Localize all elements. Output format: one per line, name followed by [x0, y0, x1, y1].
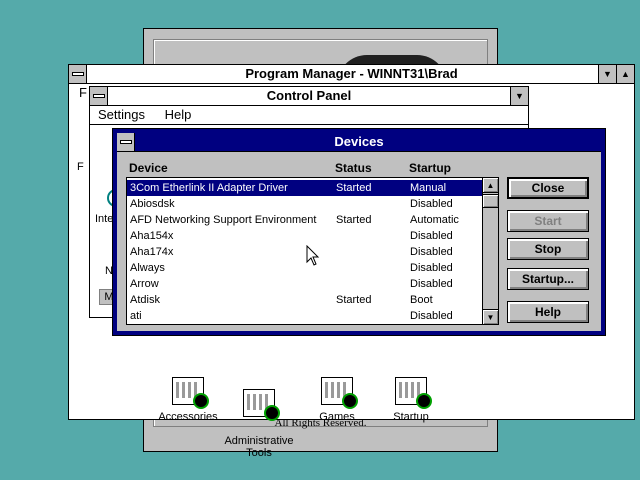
- list-item[interactable]: Aha174x Disabled: [127, 244, 482, 260]
- header-device: Device: [129, 161, 168, 175]
- devices-dialog[interactable]: Devices Device Status Startup 3Com Ether…: [112, 128, 606, 336]
- group-accessories[interactable]: Accessories: [148, 377, 228, 423]
- stop-button[interactable]: Stop: [507, 238, 589, 260]
- group-label: Startup: [393, 411, 429, 423]
- program-manager-titlebar[interactable]: Program Manager - WINNT31\Brad ▼ ▲: [69, 65, 634, 84]
- devices-title: Devices: [334, 134, 384, 149]
- list-item[interactable]: Arrow Disabled: [127, 276, 482, 292]
- program-group-icon: [243, 389, 280, 421]
- program-group-icon: [395, 377, 432, 409]
- scroll-down-icon[interactable]: ▼: [483, 309, 498, 324]
- system-menu-icon[interactable]: [90, 87, 108, 105]
- list-item[interactable]: Atdisk Started Boot: [127, 292, 482, 308]
- partial-label-f: F: [77, 161, 84, 173]
- group-administrative-tools[interactable]: Administrative Tools: [219, 377, 299, 471]
- list-item[interactable]: 3Com Etherlink II Adapter Driver Started…: [127, 180, 482, 196]
- devices-client: Device Status Startup 3Com Etherlink II …: [117, 152, 601, 331]
- mouse-pointer-icon: [306, 245, 320, 266]
- list-item[interactable]: Always Disabled: [127, 260, 482, 276]
- scrollbar-thumb[interactable]: [483, 194, 498, 208]
- group-label: Accessories: [158, 411, 218, 423]
- menu-file-partial[interactable]: F: [79, 85, 87, 100]
- header-status: Status: [335, 161, 372, 175]
- scroll-up-icon[interactable]: ▲: [483, 178, 498, 193]
- help-button[interactable]: Help: [507, 301, 589, 323]
- control-panel-menubar: Settings Help: [90, 106, 528, 125]
- devices-titlebar[interactable]: Devices: [117, 133, 601, 152]
- close-button[interactable]: Close: [507, 177, 589, 199]
- minimize-icon[interactable]: ▼: [510, 87, 528, 105]
- list-item[interactable]: Aha154x Disabled: [127, 228, 482, 244]
- program-group-icon: [172, 377, 209, 409]
- device-list-scrollbar[interactable]: ▲ ▼: [482, 178, 498, 324]
- group-startup[interactable]: Startup: [371, 377, 451, 423]
- header-startup: Startup: [409, 161, 451, 175]
- menu-settings[interactable]: Settings: [98, 107, 145, 122]
- startup-button[interactable]: Startup...: [507, 268, 589, 290]
- menu-help[interactable]: Help: [165, 107, 192, 122]
- group-label: Administrative Tools: [224, 435, 294, 459]
- system-menu-icon[interactable]: [69, 65, 87, 83]
- group-games[interactable]: Games: [297, 377, 377, 423]
- control-panel-title: Control Panel: [266, 88, 352, 103]
- minimize-icon[interactable]: ▼: [598, 65, 616, 83]
- partial-label-inte: Inte: [95, 213, 114, 225]
- system-menu-icon[interactable]: [117, 133, 135, 151]
- control-panel-titlebar[interactable]: Control Panel ▼: [90, 87, 528, 106]
- list-item[interactable]: ati Disabled: [127, 308, 482, 324]
- list-item[interactable]: AFD Networking Support Environment Start…: [127, 212, 482, 228]
- program-manager-title: Program Manager - WINNT31\Brad: [245, 66, 458, 81]
- program-group-icon: [321, 377, 358, 409]
- maximize-icon[interactable]: ▲: [616, 65, 634, 83]
- group-label: Games: [319, 411, 355, 423]
- list-item[interactable]: Abiosdsk Disabled: [127, 196, 482, 212]
- start-button[interactable]: Start: [507, 210, 589, 232]
